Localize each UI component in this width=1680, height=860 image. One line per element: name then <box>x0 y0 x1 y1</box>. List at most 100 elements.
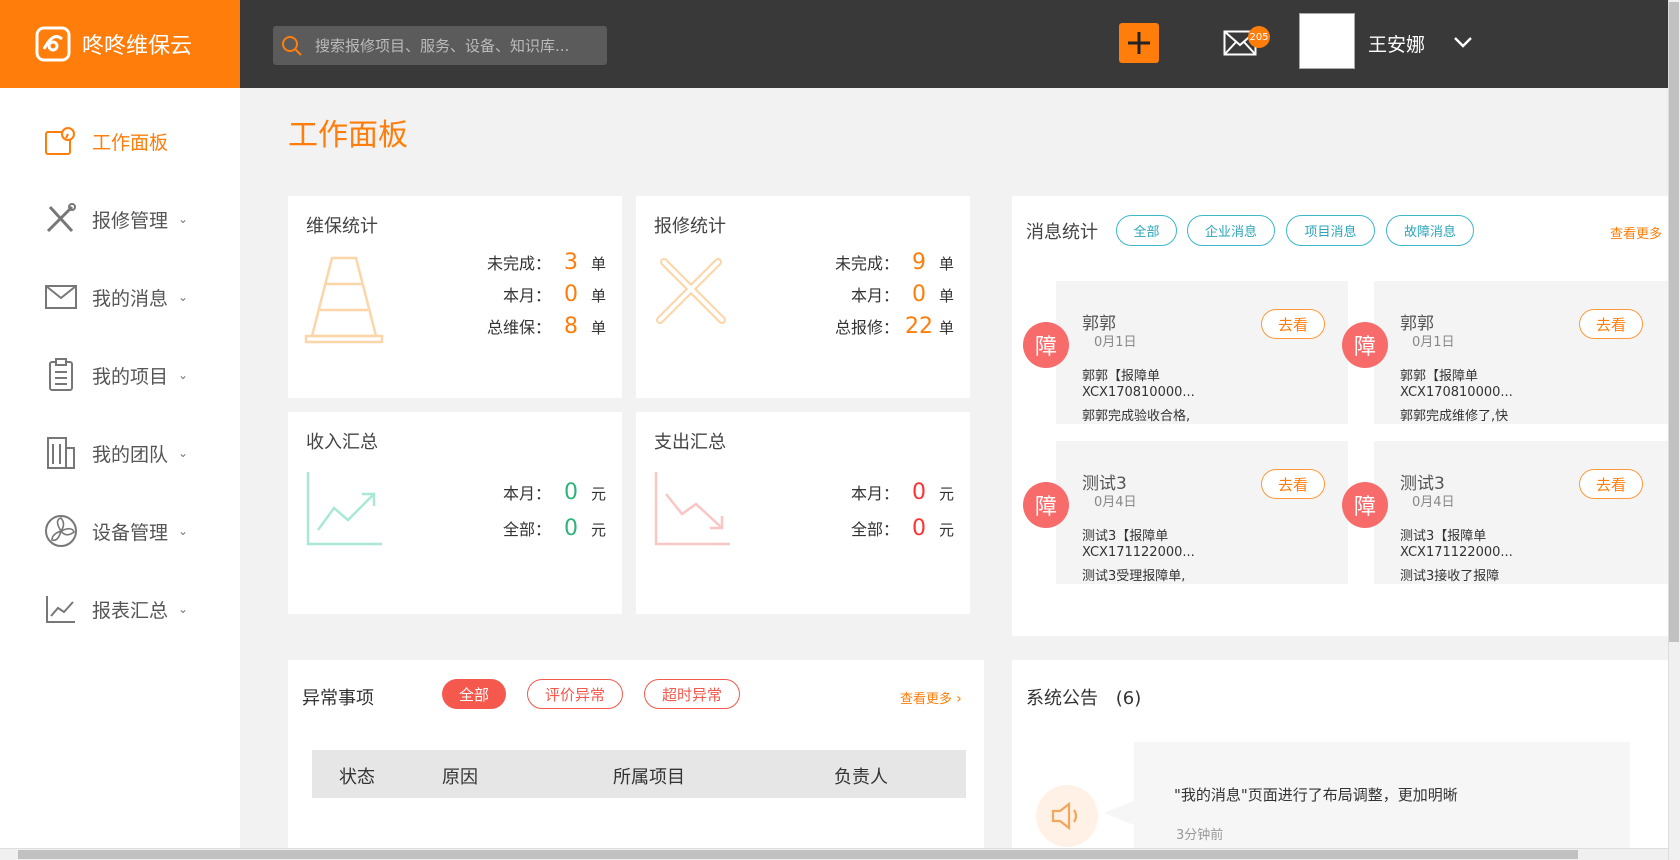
stat-label: 本月： <box>850 484 899 503</box>
stat-value[interactable]: 0 <box>899 516 939 541</box>
chevron-down-icon[interactable] <box>1452 34 1474 50</box>
brand-logo[interactable]: 咚咚维保云 <box>0 0 240 88</box>
chart-icon <box>44 592 78 626</box>
stat-label: 总报修： <box>834 318 899 337</box>
tools-icon <box>44 202 78 236</box>
tab-rating-abnormal[interactable]: 评价异常 <box>527 679 623 709</box>
tab-fault-messages[interactable]: 故障消息 <box>1386 215 1474 246</box>
announcement-time: 3分钟前 <box>1176 828 1224 843</box>
message-card[interactable]: 郭郭 0月1日 去看 郭郭【报障单 XCX170810000... 郭郭完成验收… <box>1056 281 1348 424</box>
tab-all-abnormal[interactable]: 全部 <box>442 679 506 709</box>
stat-value[interactable]: 22 <box>899 314 939 339</box>
sidebar-item-team[interactable]: 我的团队 ⌄ <box>0 423 240 483</box>
sidebar-item-projects[interactable]: 我的项目 ⌄ <box>0 345 240 405</box>
stat-value[interactable]: 0 <box>551 480 591 505</box>
message-card[interactable]: 郭郭 0月1日 去看 郭郭【报障单 XCX170810000... 郭郭完成维修… <box>1374 281 1668 424</box>
stat-unit: 元 <box>938 485 954 503</box>
stat-label: 全部： <box>502 520 551 539</box>
message-line: 测试3受理报障单, <box>1082 569 1186 584</box>
sidebar-item-label: 设备管理 <box>92 521 169 544</box>
view-message-button[interactable]: 去看 <box>1261 469 1325 499</box>
tab-enterprise-messages[interactable]: 企业消息 <box>1187 215 1275 246</box>
stat-unit: 单 <box>590 319 606 337</box>
sidebar-item-label: 工作面板 <box>92 131 169 154</box>
avatar[interactable] <box>1299 13 1355 69</box>
message-card[interactable]: 测试3 0月4日 去看 测试3【报障单 XCX171122000... 测试3接… <box>1374 441 1668 584</box>
chevron-down-icon: ⌄ <box>178 602 189 616</box>
chevron-right-icon: › <box>956 691 962 707</box>
stat-label: 全部： <box>850 520 899 539</box>
message-date: 0月4日 <box>1094 495 1137 510</box>
stat-row: 未完成： 9 单 <box>835 250 954 275</box>
stat-label: 未完成： <box>834 254 899 273</box>
sidebar-item-reports[interactable]: 报表汇总 ⌄ <box>0 579 240 639</box>
view-message-button[interactable]: 去看 <box>1579 309 1643 339</box>
sidebar-item-equipment[interactable]: 设备管理 ⌄ <box>0 501 240 561</box>
message-card[interactable]: 测试3 0月4日 去看 测试3【报障单 XCX171122000... 测试3受… <box>1056 441 1348 584</box>
stat-value[interactable]: 0 <box>899 282 939 307</box>
search-input[interactable] <box>313 35 593 56</box>
announcement-title-text: 系统公告 <box>1026 688 1098 709</box>
stat-unit: 元 <box>938 521 954 539</box>
message-line: 测试3【报障单 <box>1400 529 1487 544</box>
username[interactable]: 王安娜 <box>1368 30 1425 57</box>
search-box[interactable] <box>273 26 607 65</box>
message-line: 测试3接收了报障 <box>1400 569 1500 584</box>
message-line: XCX170810000... <box>1082 385 1195 400</box>
abnormal-see-more-link[interactable]: 查看更多 › <box>900 688 962 707</box>
stat-label: 本月： <box>502 484 551 503</box>
messages-see-more-link[interactable]: 查看更多 <box>1610 223 1668 242</box>
sidebar-item-label: 报表汇总 <box>92 599 169 622</box>
fault-badge: 障 <box>1342 322 1388 368</box>
announcement-text: "我的消息"页面进行了布局调整，更加明晰 <box>1174 786 1458 804</box>
stat-value[interactable]: 0 <box>551 282 591 307</box>
abnormal-events-title: 异常事项 <box>302 688 374 709</box>
stat-label: 本月： <box>502 286 551 305</box>
tab-all-messages[interactable]: 全部 <box>1116 215 1177 246</box>
card-title: 报修统计 <box>654 216 726 237</box>
stat-value[interactable]: 9 <box>899 250 939 275</box>
stat-row: 总报修： 22 单 <box>835 314 954 339</box>
tab-timeout-abnormal[interactable]: 超时异常 <box>644 679 740 709</box>
trend-down-icon <box>654 472 730 546</box>
horizontal-scroll-thumb[interactable] <box>18 850 1578 859</box>
view-message-button[interactable]: 去看 <box>1579 469 1643 499</box>
stat-row: 未完成： 3 单 <box>487 250 606 275</box>
clipboard-icon <box>44 358 78 392</box>
stat-value[interactable]: 3 <box>551 250 591 275</box>
sidebar-item-label: 我的团队 <box>92 443 169 466</box>
message-line: XCX170810000... <box>1400 385 1513 400</box>
stat-value[interactable]: 8 <box>551 314 591 339</box>
maintenance-stats-card: 维保统计 未完成： 3 单 本月： 0 单 总维保： 8 单 <box>288 196 622 398</box>
view-message-button[interactable]: 去看 <box>1261 309 1325 339</box>
message-line: 郭郭【报障单 <box>1082 369 1161 384</box>
building-icon <box>44 436 78 470</box>
stat-row: 本月： 0 元 <box>851 480 954 505</box>
stat-row: 全部： 0 元 <box>503 516 606 541</box>
message-line: 郭郭【报障单 <box>1400 369 1479 384</box>
stat-row: 全部： 0 元 <box>851 516 954 541</box>
message-line: XCX171122000... <box>1400 545 1513 560</box>
sidebar-item-messages[interactable]: 我的消息 ⌄ <box>0 267 240 327</box>
stat-value[interactable]: 0 <box>899 480 939 505</box>
add-button[interactable] <box>1119 23 1159 63</box>
stat-unit: 单 <box>938 319 954 337</box>
chevron-down-icon: ⌄ <box>178 446 189 460</box>
brand-name: 咚咚维保云 <box>82 34 193 59</box>
stat-row: 本月： 0 单 <box>851 282 954 307</box>
card-title: 维保统计 <box>306 216 378 237</box>
sidebar-item-repair[interactable]: 报修管理 ⌄ <box>0 189 240 249</box>
fault-badge: 障 <box>1023 322 1069 368</box>
callout-pointer <box>1104 800 1136 826</box>
tab-project-messages[interactable]: 项目消息 <box>1286 215 1375 246</box>
vertical-scroll-thumb[interactable] <box>1669 2 1679 642</box>
stat-row: 本月： 0 单 <box>503 282 606 307</box>
column-header: 所属项目 <box>613 767 685 788</box>
chevron-down-icon: ⌄ <box>178 368 189 382</box>
announcement-item[interactable]: "我的消息"页面进行了布局调整，更加明晰 3分钟前 <box>1134 742 1630 848</box>
abnormal-table-header: 状态 原因 所属项目 负责人 <box>312 750 966 798</box>
tools-icon <box>656 258 726 324</box>
column-header: 状态 <box>339 767 375 788</box>
sidebar-item-dashboard[interactable]: 工作面板 <box>0 111 240 171</box>
stat-value[interactable]: 0 <box>551 516 591 541</box>
